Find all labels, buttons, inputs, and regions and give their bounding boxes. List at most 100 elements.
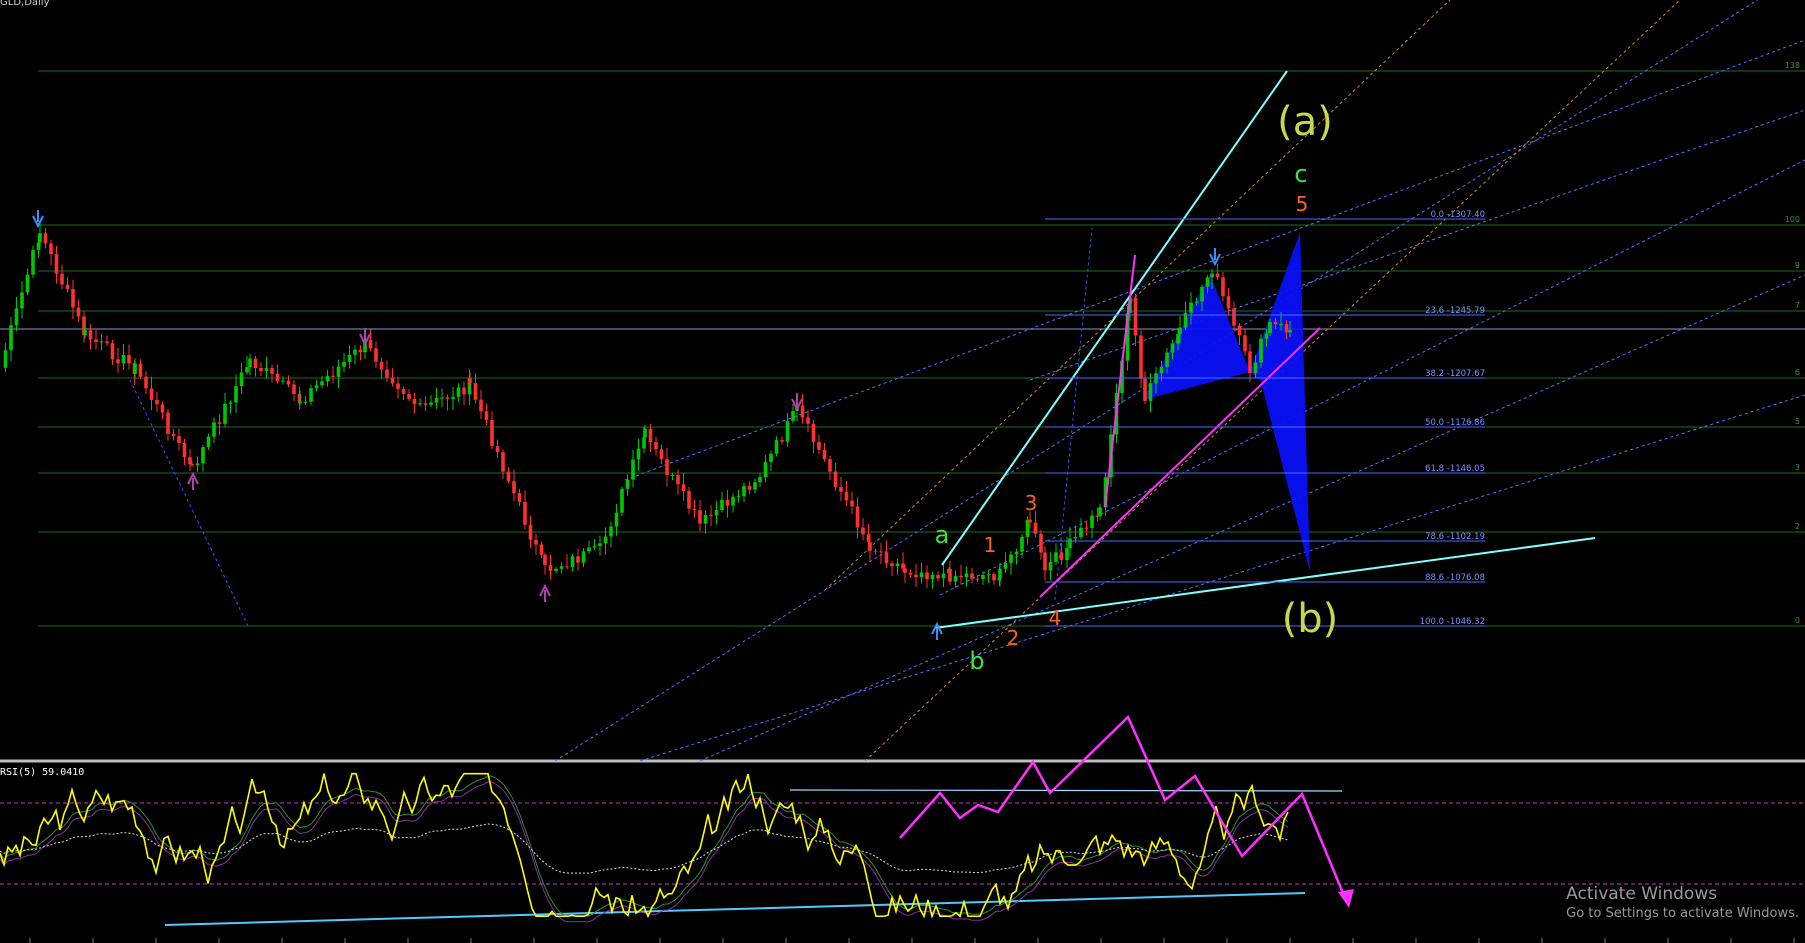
candle-body (659, 449, 664, 460)
green-wave-label: b (969, 647, 984, 675)
candle-body (873, 550, 878, 552)
candle-body (970, 573, 974, 579)
candle-body (264, 368, 269, 371)
candle-body (855, 506, 860, 528)
candle-body (353, 349, 357, 355)
candle-body (379, 361, 384, 370)
candle-body (833, 471, 838, 487)
candle-body (936, 574, 940, 579)
candle-body (890, 563, 894, 567)
candle-body (368, 339, 373, 349)
candle-body (850, 500, 854, 507)
candle-body (298, 402, 302, 404)
candle-body (614, 512, 619, 527)
candle-body (598, 543, 602, 547)
candle-body (314, 385, 319, 389)
candle-body (9, 325, 13, 351)
candle-body (456, 387, 461, 397)
candle-body (473, 383, 478, 400)
candle-body (592, 546, 597, 548)
candle-body (769, 453, 773, 463)
candle-body (1253, 362, 1258, 374)
candle-body (753, 482, 757, 490)
candle-body (206, 436, 211, 448)
candle-body (986, 574, 991, 576)
candle-body (692, 508, 697, 511)
candle-body (76, 307, 81, 317)
candle-body (565, 566, 569, 568)
price-chart[interactable]: 138 100 9 7 6 5 3 2 0 0.0 -1307.40 23.6 -1245.79 3… (0, 0, 1805, 943)
candle-body (603, 536, 608, 544)
candle-body (71, 289, 75, 308)
candle-body (1073, 537, 1078, 539)
candle-body (620, 488, 624, 513)
candle-body (110, 343, 115, 360)
candle-body (720, 499, 724, 511)
big-wave-label: (a) (1277, 99, 1333, 145)
candle-body (828, 459, 832, 472)
candle-body (512, 481, 516, 494)
candle-body (38, 233, 42, 243)
candle-body (286, 380, 291, 385)
candle-body (292, 384, 296, 394)
candle-body (31, 249, 35, 275)
candle-body (468, 378, 472, 384)
candle-body (1210, 273, 1214, 278)
candle-body (190, 464, 194, 466)
fib-level-label: 38.2 -1207.67 (1425, 369, 1485, 379)
candle-body (374, 348, 378, 362)
candle-body (758, 476, 762, 483)
watermark-line2: Go to Settings to activate Windows. (1566, 906, 1799, 921)
candle-body (105, 341, 109, 344)
right-edge-label: 9 (1795, 261, 1800, 270)
candle-body (1178, 327, 1182, 335)
candle-body (908, 572, 913, 575)
candle-body (941, 573, 946, 579)
candle-body (212, 422, 216, 437)
candle-body (736, 496, 741, 498)
candle-body (1237, 325, 1242, 336)
candle-body (423, 403, 428, 405)
candle-body (49, 243, 53, 255)
candle-body (534, 539, 538, 545)
candle-body (347, 354, 352, 362)
candle-body (1033, 522, 1038, 534)
orange-wave-label: 2 (1007, 626, 1020, 650)
candle-body (309, 388, 313, 402)
right-edge-label: 0 (1795, 616, 1800, 625)
candle-body (539, 544, 544, 555)
candle-body (725, 499, 730, 506)
candle-body (998, 568, 1002, 579)
candle-body (390, 377, 395, 384)
candle-body (259, 368, 263, 371)
right-edge-label: 100 (1785, 215, 1800, 224)
candle-body (60, 273, 64, 285)
candle-body (1090, 515, 1094, 528)
candle-body (20, 292, 24, 309)
candle-body (609, 526, 613, 537)
candle-body (1288, 330, 1292, 333)
candle-body (160, 404, 165, 413)
candle-body (228, 402, 233, 404)
green-wave-label: c (1294, 160, 1307, 188)
candle-body (506, 471, 511, 482)
candle-body (83, 330, 87, 336)
candle-body (587, 547, 591, 552)
candle-body (1043, 552, 1047, 571)
candle-body (412, 398, 417, 405)
candle-body (440, 397, 444, 399)
candle-body (1133, 297, 1138, 336)
candle-body (1003, 563, 1008, 569)
fib-level-label: 88.6 -1076.08 (1425, 573, 1485, 583)
candle-body (948, 568, 952, 582)
candle-body (1248, 351, 1252, 374)
candle-body (407, 393, 411, 399)
candle-body (1273, 321, 1278, 325)
candle-body (884, 552, 889, 564)
candle-body (879, 551, 883, 553)
candle-body (780, 440, 784, 442)
candle-body (1170, 343, 1175, 353)
candle-body (320, 381, 324, 386)
candle-body (1268, 321, 1272, 334)
candle-body (303, 401, 308, 403)
